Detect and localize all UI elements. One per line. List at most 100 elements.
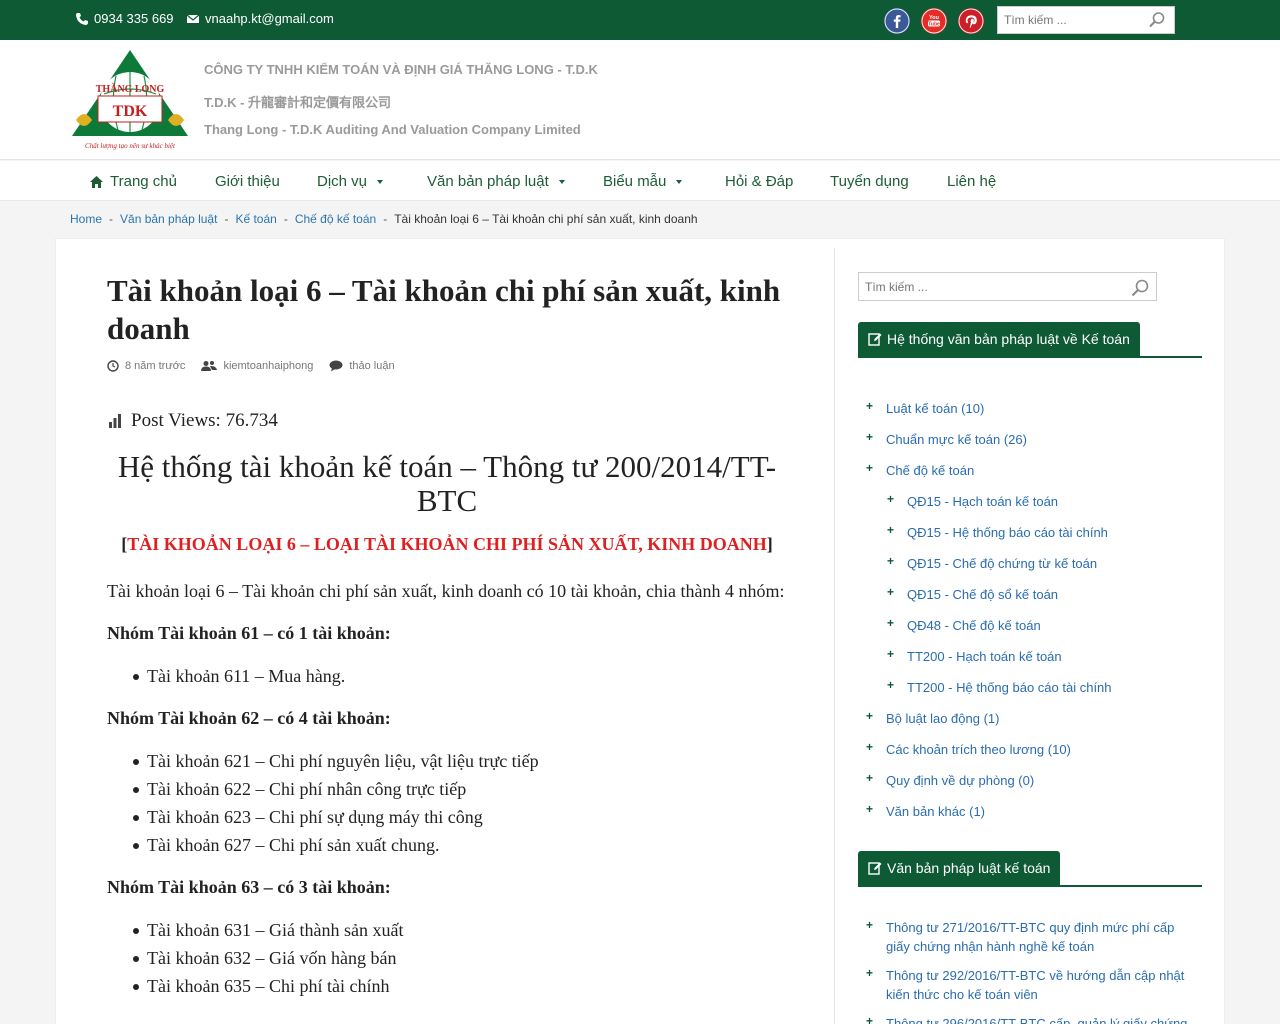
sidebar-category-item[interactable]: + QĐ15 - Hệ thống báo cáo tài chính bbox=[887, 523, 1108, 542]
nav-item-qa[interactable]: Hỏi & Đáp bbox=[725, 173, 793, 190]
meta-comments[interactable]: thảo luận bbox=[329, 360, 395, 372]
logo-top-text: THĂNG LONG bbox=[96, 83, 165, 95]
list-item: Tài khoản 632 – Giá vốn hàng bán bbox=[133, 944, 787, 972]
chevron-down-icon bbox=[377, 179, 384, 184]
sidebar-category-item[interactable]: + QĐ15 - Hạch toán kế toán bbox=[887, 492, 1058, 511]
edit-icon bbox=[868, 862, 882, 875]
breadcrumb-home[interactable]: Home bbox=[70, 212, 102, 226]
sidebar-category-item[interactable]: + QĐ15 - Chế độ sổ kế toán bbox=[887, 585, 1058, 604]
article: Tài khoản loại 6 – Tài khoản chi phí sản… bbox=[107, 272, 787, 1000]
category-label: Chuẩn mực kế toán (26) bbox=[886, 432, 1027, 447]
widget-legal-docs-title: Văn bản pháp luật kế toán bbox=[858, 851, 1202, 887]
envelope-icon bbox=[186, 14, 200, 23]
chevron-down-icon bbox=[676, 179, 683, 184]
nav-item-services[interactable]: Dịch vụ bbox=[317, 173, 384, 190]
breadcrumb-legal-docs[interactable]: Văn bản pháp luật bbox=[120, 212, 217, 226]
search-icon[interactable] bbox=[1130, 278, 1150, 298]
main-navigation: Trang chủ Giới thiệu Dịch vụ Văn bản phá… bbox=[0, 161, 1280, 201]
nav-label: Văn bản pháp luật bbox=[427, 173, 549, 190]
sidebar-category-item[interactable]: + Quy định về dự phòng (0) bbox=[866, 771, 1034, 790]
group-heading: Nhóm Tài khoản 61 – có 1 tài khoản: bbox=[107, 623, 391, 643]
sidebar-doc-link[interactable]: + Thông tư 271/2016/TT-BTC quy định mức p… bbox=[866, 918, 1196, 956]
plus-icon: + bbox=[887, 647, 895, 661]
search-icon[interactable] bbox=[1148, 11, 1166, 29]
nav-item-home[interactable]: Trang chủ bbox=[90, 173, 177, 190]
sidebar-doc-link[interactable]: + Thông tư 292/2016/TT-BTC về hướng dẫn c… bbox=[866, 966, 1196, 1004]
company-name-vi: CÔNG TY TNHH KIỂM TOÁN VÀ ĐỊNH GIÁ THĂNG… bbox=[204, 62, 598, 77]
plus-icon: + bbox=[866, 918, 874, 932]
nav-item-contact[interactable]: Liên hệ bbox=[947, 173, 996, 190]
company-name-zh: T.D.K - 升龍審計和定價有限公司 bbox=[204, 95, 392, 110]
plus-icon: + bbox=[866, 966, 874, 980]
top-search-box[interactable] bbox=[997, 6, 1175, 34]
category-label: Các khoản trích theo lương (10) bbox=[886, 742, 1071, 757]
group-heading: Nhóm Tài khoản 62 – có 4 tài khoản: bbox=[107, 708, 391, 728]
account-list: Tài khoản 621 – Chi phí nguyên liệu, vật… bbox=[107, 747, 787, 859]
breadcrumb-accounting-regime[interactable]: Chế độ kế toán bbox=[295, 212, 376, 226]
nav-item-legal-docs[interactable]: Văn bản pháp luật bbox=[427, 173, 565, 190]
list-item: Tài khoản 611 – Mua hàng. bbox=[133, 662, 787, 690]
plus-icon: + bbox=[866, 461, 874, 475]
nav-label: Giới thiệu bbox=[215, 173, 280, 190]
logo-slogan: Chất lượng tạo nên sự khác biệt bbox=[85, 142, 176, 150]
sidebar-category-item[interactable]: + TT200 - Hệ thống báo cáo tài chính bbox=[887, 678, 1112, 697]
sidebar-category-item[interactable]: + TT200 - Hạch toán kế toán bbox=[887, 647, 1062, 666]
email-contact[interactable]: vnaahp.kt@gmail.com bbox=[186, 11, 334, 26]
plus-icon: + bbox=[866, 1014, 874, 1024]
nav-label: Liên hệ bbox=[947, 173, 997, 190]
sidebar-category-item[interactable]: + Văn bản khác (1) bbox=[866, 802, 985, 821]
pinterest-icon[interactable] bbox=[958, 8, 984, 34]
nav-item-recruitment[interactable]: Tuyển dụng bbox=[830, 173, 909, 190]
category-label: QĐ15 - Hệ thống báo cáo tài chính bbox=[907, 525, 1108, 540]
sidebar-search-box[interactable] bbox=[858, 272, 1157, 301]
plus-icon: + bbox=[887, 554, 895, 568]
top-bar: 0934 335 669 vnaahp.kt@gmail.com You Tube bbox=[0, 0, 1280, 40]
svg-text:You: You bbox=[929, 15, 939, 21]
facebook-icon[interactable] bbox=[884, 8, 910, 34]
list-item: Tài khoản 635 – Chi phí tài chính bbox=[133, 972, 787, 1000]
nav-item-forms[interactable]: Biểu mẫu bbox=[603, 173, 683, 190]
category-label: QĐ48 - Chế độ kế toán bbox=[907, 618, 1041, 633]
list-item: Tài khoản 631 – Giá thành sản xuất bbox=[133, 916, 787, 944]
breadcrumb-accounting[interactable]: Kế toán bbox=[235, 212, 276, 226]
top-search-input[interactable] bbox=[998, 7, 1138, 33]
sidebar-category-item[interactable]: + Chuẩn mực kế toán (26) bbox=[866, 430, 1027, 449]
company-logo[interactable]: THĂNG LONG TDK Chất lượng tạo nên sự khá… bbox=[70, 48, 190, 152]
nav-item-about[interactable]: Giới thiệu bbox=[215, 173, 280, 190]
sidebar-category-item[interactable]: + QĐ15 - Chế độ chứng từ kế toán bbox=[887, 554, 1097, 573]
clock-icon bbox=[107, 360, 119, 372]
category-label: TT200 - Hệ thống báo cáo tài chính bbox=[907, 680, 1112, 695]
article-title: Tài khoản loại 6 – Tài khoản chi phí sản… bbox=[107, 273, 781, 346]
plus-icon: + bbox=[866, 399, 874, 413]
meta-author[interactable]: kiemtoanhaiphong bbox=[201, 360, 313, 372]
list-item: Tài khoản 623 – Chi phí sự dụng máy thi … bbox=[133, 803, 787, 831]
category-label: Quy định về dự phòng (0) bbox=[886, 773, 1035, 788]
sidebar-search-input[interactable] bbox=[859, 273, 1119, 300]
plus-icon: + bbox=[887, 523, 895, 537]
list-item: Tài khoản 621 – Chi phí nguyên liệu, vật… bbox=[133, 747, 787, 775]
plus-icon: + bbox=[866, 709, 874, 723]
plus-icon: + bbox=[866, 802, 874, 816]
phone-contact[interactable]: 0934 335 669 bbox=[75, 11, 174, 26]
sidebar-category-item[interactable]: + Chế độ kế toán bbox=[866, 461, 974, 480]
edit-icon bbox=[868, 333, 882, 346]
users-icon bbox=[201, 361, 218, 371]
sidebar-category-item[interactable]: + QĐ48 - Chế độ kế toán bbox=[887, 616, 1041, 635]
svg-text:Tube: Tube bbox=[928, 21, 940, 27]
plus-icon: + bbox=[887, 492, 895, 506]
doc-link-label: Thông tư 296/2016/TT-BTC cấp, quản lý gi… bbox=[886, 1016, 1188, 1024]
sidebar-category-item[interactable]: + Luật kế toán (10) bbox=[866, 399, 984, 418]
phone-icon bbox=[76, 12, 88, 25]
company-name-en: Thang Long - T.D.K Auditing And Valuatio… bbox=[204, 122, 581, 137]
youtube-icon[interactable]: You Tube bbox=[921, 8, 947, 34]
sidebar-category-item[interactable]: + Các khoản trích theo lương (10) bbox=[866, 740, 1071, 759]
category-label: QĐ15 - Chế độ sổ kế toán bbox=[907, 587, 1059, 602]
nav-label: Tuyển dụng bbox=[830, 173, 909, 190]
chevron-down-icon bbox=[558, 179, 565, 184]
nav-label: Trang chủ bbox=[110, 173, 177, 190]
sidebar-doc-link[interactable]: + Thông tư 296/2016/TT-BTC cấp, quản lý g… bbox=[866, 1014, 1196, 1024]
category-label: QĐ15 - Hạch toán kế toán bbox=[907, 494, 1059, 509]
email-address: vnaahp.kt@gmail.com bbox=[205, 11, 334, 26]
category-label: Chế độ kế toán bbox=[886, 463, 975, 478]
sidebar-category-item[interactable]: + Bộ luật lao động (1) bbox=[866, 709, 999, 728]
